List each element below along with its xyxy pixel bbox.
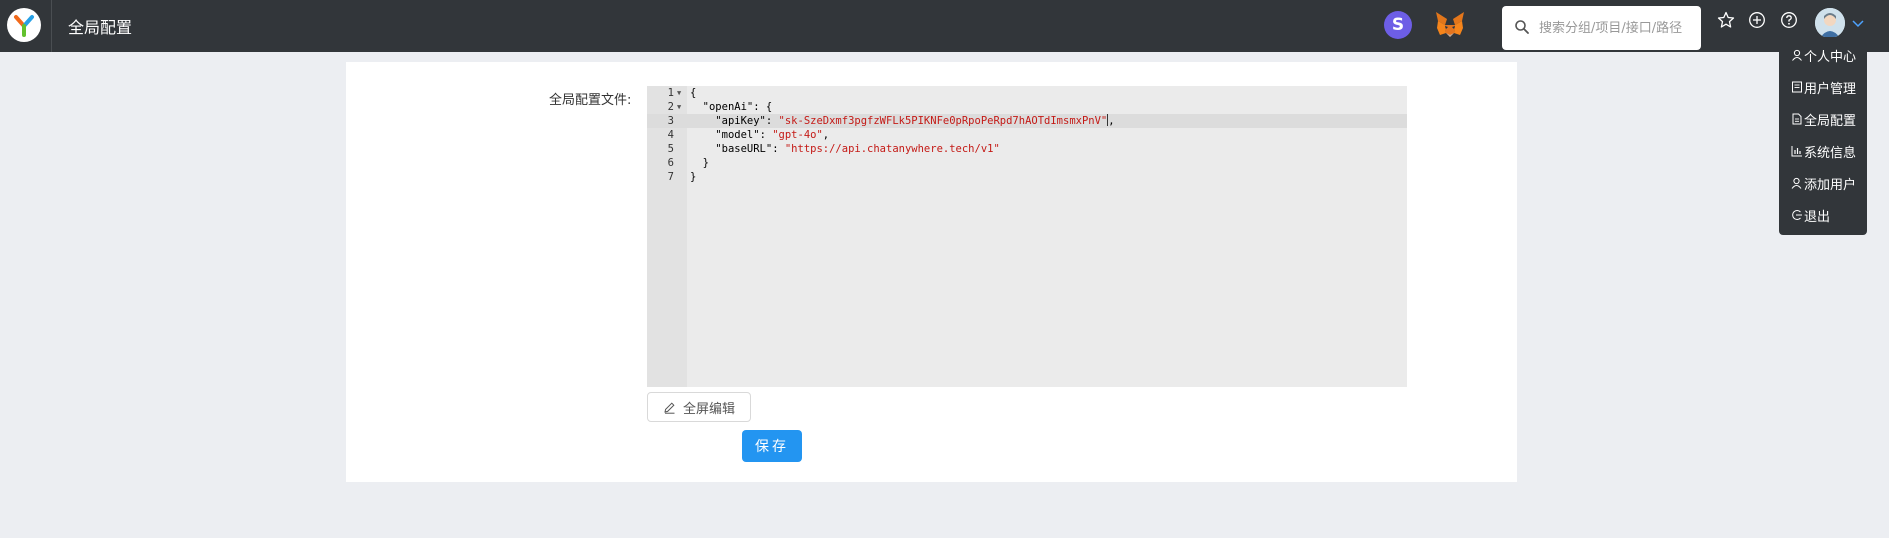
line-number: 4 — [667, 129, 674, 141]
search-icon — [1515, 20, 1529, 34]
code-line-1: { — [690, 86, 696, 100]
search-box[interactable] — [1502, 6, 1701, 50]
doc-icon — [1792, 81, 1802, 93]
user-icon — [1792, 49, 1802, 61]
json-key: "openAi" — [702, 101, 754, 113]
code-line-4: "model": "gpt-4o", — [690, 128, 829, 142]
line-number: 1 — [667, 87, 674, 99]
json-separator: : — [753, 101, 766, 113]
json-key: "baseURL" — [715, 143, 773, 155]
search-input[interactable] — [1539, 17, 1695, 39]
code-line-7: } — [690, 170, 696, 184]
line-number: 6 — [667, 157, 674, 169]
menu-item-label: 退出 — [1804, 209, 1831, 225]
code-line-6: } — [690, 156, 709, 170]
menu-item-user-management[interactable]: 用户管理 — [1791, 77, 1856, 97]
fold-toggle-icon[interactable]: ▼ — [677, 86, 683, 100]
code-text: , — [1108, 115, 1115, 127]
json-key: "model" — [715, 129, 760, 141]
star-icon[interactable] — [1717, 11, 1735, 29]
s-extension-icon[interactable]: S — [1384, 11, 1412, 39]
line-number: 5 — [667, 143, 674, 155]
menu-item-global-config[interactable]: 全局配置 — [1791, 109, 1856, 129]
code-line-2: "openAi": { — [690, 100, 773, 114]
line-number: 2 — [667, 101, 674, 113]
code-text: } — [702, 157, 709, 169]
top-header: 全局配置 S — [0, 0, 1889, 52]
file-icon — [1792, 113, 1802, 125]
metamask-fox-icon[interactable] — [1433, 8, 1467, 42]
json-separator: : — [772, 143, 785, 155]
save-button[interactable]: 保存 — [742, 430, 802, 462]
menu-item-profile[interactable]: 个人中心 — [1791, 45, 1856, 65]
menu-item-system-info[interactable]: 系统信息 — [1791, 141, 1856, 161]
code-text: , — [822, 129, 830, 141]
question-icon[interactable] — [1780, 11, 1798, 29]
menu-item-add-user[interactable]: 添加用户 — [1791, 173, 1856, 193]
header-divider — [51, 0, 52, 52]
user-dropdown-menu: 个人中心 用户管理 全局配置 系统信息 添加用户 退出 — [1779, 37, 1867, 235]
code-text: } — [690, 171, 697, 183]
config-file-label: 全局配置文件: — [549, 93, 632, 108]
json-key: "apiKey" — [715, 115, 766, 127]
json-separator: : — [759, 129, 773, 141]
plus-circle-icon[interactable] — [1748, 11, 1766, 29]
menu-item-logout[interactable]: 退出 — [1791, 205, 1830, 225]
page-title: 全局配置 — [68, 18, 133, 37]
app-logo-icon[interactable] — [7, 8, 41, 42]
json-separator: : — [765, 115, 779, 127]
json-code-editor[interactable]: 1 2 3 4 5 6 7 ▼ ▼ { "openAi": { "apiKey"… — [647, 86, 1407, 387]
json-string-value: "https://api.chatanywhere.tech/v1" — [784, 143, 1000, 155]
logout-icon — [1792, 210, 1802, 220]
code-text: { — [690, 87, 697, 99]
code-line-3: "apiKey": "sk-SzeDxmf3pgfzWFLk5PIKNFe0pR… — [690, 114, 1115, 128]
chevron-down-icon[interactable] — [1851, 16, 1865, 30]
user-avatar[interactable] — [1815, 8, 1845, 38]
line-number: 3 — [667, 115, 674, 127]
json-string-value: "gpt-4o" — [772, 129, 823, 141]
edit-pencil-icon — [664, 401, 675, 414]
menu-item-label: 全局配置 — [1804, 113, 1857, 129]
code-line-5: "baseURL": "https://api.chatanywhere.tec… — [690, 142, 1000, 156]
user-add-icon — [1791, 177, 1802, 189]
menu-item-label: 添加用户 — [1804, 177, 1857, 193]
menu-item-label: 用户管理 — [1804, 81, 1857, 97]
menu-item-label: 系统信息 — [1804, 145, 1857, 161]
fullscreen-edit-label: 全屏编辑 — [682, 401, 735, 417]
bar-chart-icon — [1791, 146, 1802, 157]
line-number: 7 — [667, 171, 674, 183]
fold-toggle-icon[interactable]: ▼ — [677, 100, 683, 114]
code-text: { — [765, 101, 773, 113]
json-string-value: "sk-SzeDxmf3pgfzWFLk5PIKNFe0pRpoPeRpd7hA… — [778, 115, 1108, 127]
menu-item-label: 个人中心 — [1804, 49, 1857, 65]
fullscreen-edit-button[interactable]: 全屏编辑 — [647, 392, 751, 422]
